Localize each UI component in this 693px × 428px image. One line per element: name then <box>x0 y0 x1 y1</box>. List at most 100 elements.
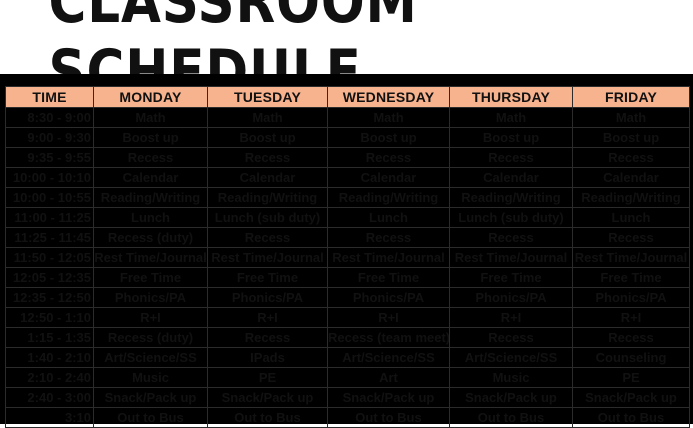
time-cell: 10:00 - 10:55 <box>5 187 94 208</box>
header-row: TIME MONDAY TUESDAY WEDNESDAY THURSDAY F… <box>5 86 690 108</box>
time-cell: 3:10 <box>5 407 94 428</box>
table-row: 2:40 - 3:00 Snack/Pack up Snack/Pack up Sna… <box>5 387 690 408</box>
header-wednesday: WEDNESDAY <box>327 86 450 108</box>
friday-cell: Reading/Writing <box>572 187 690 208</box>
wednesday-cell: Art <box>327 367 450 388</box>
table-row: 11:00 - 11:25 Lunch Lunch (sub duty) Lunch L… <box>5 207 690 228</box>
friday-cell: Counseling <box>572 347 690 368</box>
monday-cell: Boost up <box>93 127 208 148</box>
tuesday-cell: Calendar <box>207 167 328 188</box>
time-cell: 11:00 - 11:25 <box>5 207 94 228</box>
table-row: 8:30 - 9:00 Math Math Math Math Math <box>5 107 690 128</box>
friday-cell: Recess <box>572 147 690 168</box>
tuesday-cell: Rest Time/Journal <box>207 247 328 268</box>
thursday-cell: Rest Time/Journal <box>449 247 573 268</box>
tuesday-cell: Math <box>207 107 328 128</box>
friday-cell: R+I <box>572 307 690 328</box>
monday-cell: Phonics/PA <box>93 287 208 308</box>
thursday-cell: Calendar <box>449 167 573 188</box>
monday-cell: Lunch <box>93 207 208 228</box>
monday-cell: Art/Science/SS <box>93 347 208 368</box>
table-row: 3:10 Out to Bus Out to Bus Out to Bus Out to… <box>5 407 690 428</box>
wednesday-cell: Calendar <box>327 167 450 188</box>
monday-cell: Snack/Pack up <box>93 387 208 408</box>
tuesday-cell: Free Time <box>207 267 328 288</box>
page-title: CLASSROOM SCHEDULE <box>48 0 418 107</box>
thursday-cell: R+I <box>449 307 573 328</box>
thursday-cell: Music <box>449 367 573 388</box>
time-cell: 1:15 - 1:35 <box>5 327 94 348</box>
thursday-cell: Art/Science/SS <box>449 347 573 368</box>
tuesday-cell: Recess <box>207 327 328 348</box>
wednesday-cell: Recess (team meet) <box>327 327 450 348</box>
header-time: TIME <box>5 86 94 108</box>
header-thursday: THURSDAY <box>449 86 573 108</box>
thursday-cell: Lunch (sub duty) <box>449 207 573 228</box>
table-row: 12:35 - 12:50 Phonics/PA Phonics/PA Phonics… <box>5 287 690 308</box>
table-row: 9:00 - 9:30 Boost up Boost up Boost up Boost… <box>5 127 690 148</box>
monday-cell: Recess <box>93 147 208 168</box>
monday-cell: Calendar <box>93 167 208 188</box>
monday-cell: Music <box>93 367 208 388</box>
friday-cell: Free Time <box>572 267 690 288</box>
tuesday-cell: Recess <box>207 147 328 168</box>
thursday-cell: Recess <box>449 327 573 348</box>
thursday-cell: Phonics/PA <box>449 287 573 308</box>
tuesday-cell: Phonics/PA <box>207 287 328 308</box>
monday-cell: Reading/Writing <box>93 187 208 208</box>
time-cell: 8:30 - 9:00 <box>5 107 94 128</box>
monday-cell: Out to Bus <box>93 407 208 428</box>
table-row: 1:40 - 2:10 Art/Science/SS IPads Art/Scienc… <box>5 347 690 368</box>
table-row: 12:05 - 12:35 Free Time Free Time Free Time… <box>5 267 690 288</box>
wednesday-cell: Lunch <box>327 207 450 228</box>
tuesday-cell: Snack/Pack up <box>207 387 328 408</box>
friday-cell: Lunch <box>572 207 690 228</box>
friday-cell: Boost up <box>572 127 690 148</box>
header-friday: FRIDAY <box>572 86 690 108</box>
table-row: 10:00 - 10:10 Calendar Calendar Calendar Cal… <box>5 167 690 188</box>
time-cell: 9:00 - 9:30 <box>5 127 94 148</box>
friday-cell: Rest Time/Journal <box>572 247 690 268</box>
table-row: 1:15 - 1:35 Recess (duty) Recess Recess (te… <box>5 327 690 348</box>
friday-cell: Snack/Pack up <box>572 387 690 408</box>
wednesday-cell: Recess <box>327 227 450 248</box>
time-cell: 2:10 - 2:40 <box>5 367 94 388</box>
tuesday-cell: Lunch (sub duty) <box>207 207 328 228</box>
time-cell: 12:50 - 1:10 <box>5 307 94 328</box>
thursday-cell: Free Time <box>449 267 573 288</box>
tuesday-cell: IPads <box>207 347 328 368</box>
time-cell: 9:35 - 9:55 <box>5 147 94 168</box>
thursday-cell: Recess <box>449 227 573 248</box>
time-cell: 12:05 - 12:35 <box>5 267 94 288</box>
schedule-body: 8:30 - 9:00 Math Math Math Math Math 9:00 - 9:… <box>5 107 690 428</box>
wednesday-cell: Recess <box>327 147 450 168</box>
wednesday-cell: R+I <box>327 307 450 328</box>
monday-cell: Rest Time/Journal <box>93 247 208 268</box>
wednesday-cell: Free Time <box>327 267 450 288</box>
tuesday-cell: Boost up <box>207 127 328 148</box>
monday-cell: Recess (duty) <box>93 327 208 348</box>
header-monday: MONDAY <box>93 86 208 108</box>
table-row: 9:35 - 9:55 Recess Recess Recess Recess Reces… <box>5 147 690 168</box>
tuesday-cell: Recess <box>207 227 328 248</box>
tuesday-cell: Out to Bus <box>207 407 328 428</box>
friday-cell: PE <box>572 367 690 388</box>
time-cell: 12:35 - 12:50 <box>5 287 94 308</box>
thursday-cell: Recess <box>449 147 573 168</box>
tuesday-cell: R+I <box>207 307 328 328</box>
table-row: 11:50 - 12:05 Rest Time/Journal Rest Time/… <box>5 247 690 268</box>
monday-cell: Free Time <box>93 267 208 288</box>
header-tuesday: TUESDAY <box>207 86 328 108</box>
monday-cell: Recess (duty) <box>93 227 208 248</box>
wednesday-cell: Art/Science/SS <box>327 347 450 368</box>
wednesday-cell: Phonics/PA <box>327 287 450 308</box>
time-cell: 11:25 - 11:45 <box>5 227 94 248</box>
friday-cell: Calendar <box>572 167 690 188</box>
time-cell: 1:40 - 2:10 <box>5 347 94 368</box>
table-row: 11:25 - 11:45 Recess (duty) Recess Recess Re… <box>5 227 690 248</box>
monday-cell: Math <box>93 107 208 128</box>
wednesday-cell: Math <box>327 107 450 128</box>
thursday-cell: Out to Bus <box>449 407 573 428</box>
thursday-cell: Reading/Writing <box>449 187 573 208</box>
table-row: 10:00 - 10:55 Reading/Writing Reading/Writ… <box>5 187 690 208</box>
